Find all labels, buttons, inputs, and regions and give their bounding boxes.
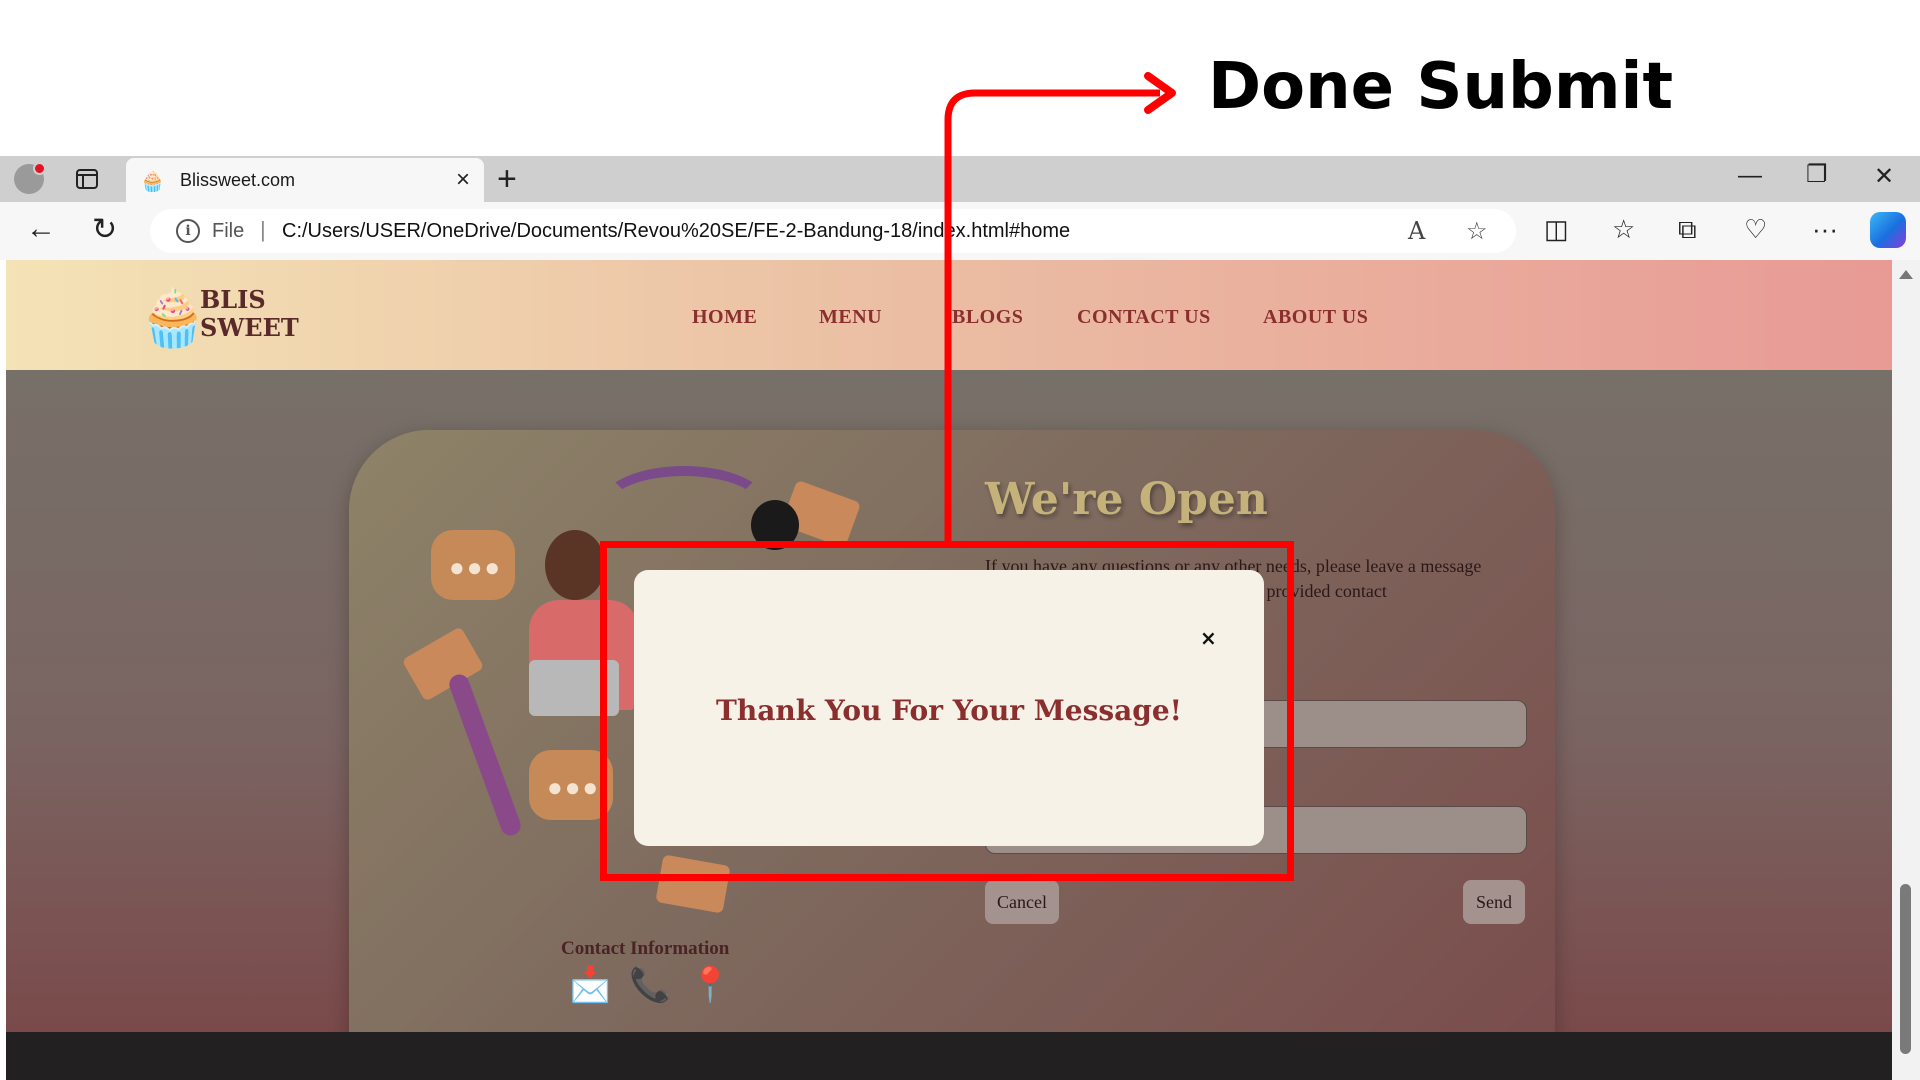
back-arrow-icon[interactable]: ←: [26, 212, 56, 246]
scroll-thumb[interactable]: [1900, 884, 1911, 1054]
favorite-star-icon[interactable]: ☆: [1466, 217, 1488, 246]
tab-title: Blissweet.com: [180, 170, 296, 190]
nav-about-us[interactable]: ABOUT US: [1263, 306, 1368, 329]
decorative-arc: [599, 466, 769, 546]
address-url[interactable]: C:/Users/USER/OneDrive/Documents/Revou%2…: [282, 220, 1070, 243]
contact-heading: We're Open: [985, 474, 1268, 525]
contact-info-title: Contact Information: [561, 938, 730, 959]
collections-icon[interactable]: ⧉: [1678, 214, 1697, 246]
browser-essentials-icon[interactable]: ♡: [1744, 214, 1767, 245]
split-screen-icon[interactable]: ◫: [1544, 214, 1569, 245]
restore-icon[interactable]: ❐: [1806, 160, 1828, 189]
cupcake-logo-icon: 🧁: [138, 286, 208, 349]
refresh-icon[interactable]: ↻: [92, 212, 117, 247]
profile-avatar-icon[interactable]: [14, 162, 46, 194]
favorites-icon[interactable]: ☆: [1612, 214, 1635, 245]
site-footer: [6, 1032, 1892, 1080]
tab-actions-icon[interactable]: [74, 166, 100, 192]
address-scheme-label: File: [212, 220, 245, 242]
minimize-icon[interactable]: —: [1738, 162, 1762, 190]
browser-tab-active[interactable]: 🧁 Blissweet.com ×: [126, 158, 484, 202]
decorative-swirl: [446, 671, 524, 839]
nav-blogs[interactable]: BLOGS: [952, 306, 1023, 329]
location-pin-icon[interactable]: 📍: [689, 965, 731, 1005]
chat-bubble-icon: ●●●: [431, 530, 515, 600]
nav-home[interactable]: HOME: [692, 306, 757, 329]
info-icon[interactable]: i: [176, 219, 200, 243]
browser-tab-strip: 🧁 Blissweet.com × + — ❐ ✕: [0, 156, 1920, 202]
page-scrollbar[interactable]: [1892, 260, 1920, 1080]
email-icon[interactable]: 📩: [569, 965, 611, 1005]
cupcake-favicon-icon: 🧁: [140, 171, 165, 193]
copilot-icon[interactable]: [1870, 212, 1906, 248]
site-header: 🧁 BLIS SWEET HOME MENU BLOGS CONTACT US …: [6, 260, 1892, 370]
address-separator: |: [260, 217, 266, 242]
logo-text: BLIS SWEET: [200, 285, 299, 342]
tab-close-icon[interactable]: ×: [456, 166, 470, 194]
annotation-highlight-box: [600, 541, 1294, 881]
window-close-icon[interactable]: ✕: [1874, 162, 1894, 191]
scroll-up-arrow-icon[interactable]: [1899, 270, 1913, 279]
new-tab-button[interactable]: +: [497, 160, 517, 199]
browser-toolbar: ← ↻ i File | C:/Users/USER/OneDrive/Docu…: [0, 202, 1920, 260]
contact-info-icons: 📩 📞 📍: [569, 965, 731, 1015]
whatsapp-icon[interactable]: 📞: [629, 965, 671, 1005]
blissweet-logo[interactable]: 🧁 BLIS SWEET: [138, 282, 308, 354]
read-aloud-icon[interactable]: A: [1408, 217, 1425, 245]
more-options-icon[interactable]: ···: [1812, 214, 1838, 245]
person-head-icon: [545, 530, 605, 600]
nav-contact-us[interactable]: CONTACT US: [1077, 306, 1211, 329]
cancel-button[interactable]: Cancel: [985, 880, 1059, 924]
send-button[interactable]: Send: [1463, 880, 1525, 924]
nav-menu[interactable]: MENU: [819, 306, 882, 329]
address-bar[interactable]: i File | C:/Users/USER/OneDrive/Document…: [150, 209, 1516, 253]
annotation-label: Done Submit: [1208, 50, 1674, 124]
